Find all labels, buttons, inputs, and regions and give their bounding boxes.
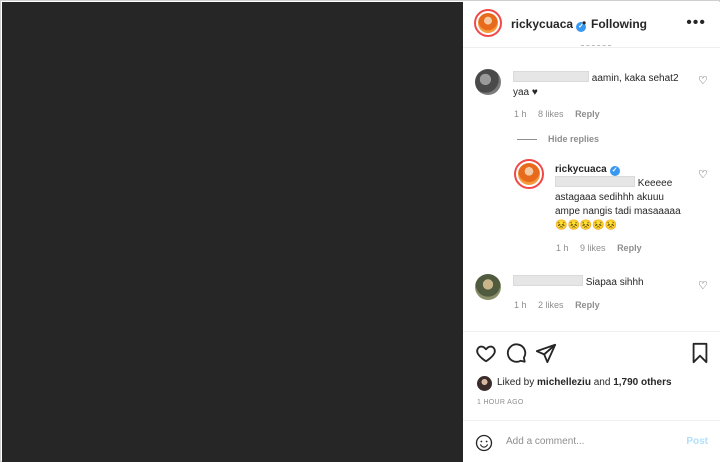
comment-text: aamin, kaka sehat2 yaa ♥	[513, 71, 679, 98]
liker-avatar[interactable]	[477, 376, 492, 391]
replies-divider	[517, 139, 537, 140]
following-button[interactable]: Following	[591, 17, 647, 31]
black-heart-icon: ♥	[531, 87, 538, 98]
comments-panel: rickycuaca ✓ • Following ••• aamin, kaka …	[463, 2, 720, 462]
bookmark-icon[interactable]	[689, 342, 711, 364]
comment-meta: 1 h 2 likes Reply	[514, 300, 600, 310]
reply-author-avatar[interactable]	[514, 159, 544, 189]
more-options-icon[interactable]: •••	[686, 14, 706, 32]
reply-meta: 1 h 9 likes Reply	[556, 243, 642, 253]
commenter-avatar[interactable]	[475, 69, 501, 95]
author-avatar[interactable]	[474, 9, 502, 37]
add-comment-input[interactable]	[506, 436, 676, 447]
scroll-fade	[581, 42, 611, 46]
reply-username[interactable]: rickycuaca ✓	[555, 164, 620, 176]
likes-count-link[interactable]: 1,790 others	[613, 377, 671, 388]
post-media[interactable]	[2, 2, 463, 462]
like-comment-heart-icon[interactable]: ♡	[698, 279, 708, 292]
heart-icon[interactable]	[475, 342, 497, 364]
crying-emoji: 😣😣😣😣😣	[555, 220, 618, 231]
reply-button[interactable]: Reply	[617, 243, 642, 253]
post-button[interactable]: Post	[686, 436, 708, 447]
like-comment-heart-icon[interactable]: ♡	[698, 74, 708, 87]
liker-username-link[interactable]: michelleziu	[537, 377, 591, 388]
liked-by-text: Liked by michelleziu and 1,790 others	[497, 377, 672, 388]
verified-badge-icon: ✓	[609, 166, 620, 176]
redacted-mention	[555, 176, 635, 187]
post-timestamp: 1 HOUR AGO	[477, 399, 524, 406]
commenter-avatar[interactable]	[475, 274, 501, 300]
post-header: rickycuaca ✓ • Following •••	[463, 2, 720, 48]
redacted-username	[513, 275, 583, 286]
hide-replies-button[interactable]: Hide replies	[548, 134, 599, 144]
instagram-post-window: rickycuaca ✓ • Following ••• aamin, kaka …	[0, 0, 720, 462]
reply-button[interactable]: Reply	[575, 109, 600, 119]
redacted-username	[513, 71, 589, 82]
share-icon[interactable]	[535, 342, 557, 364]
header-separator: •	[582, 16, 587, 30]
reply-button[interactable]: Reply	[575, 300, 600, 310]
comment-meta: 1 h 8 likes Reply	[514, 109, 600, 119]
reply-text: Keeeee astagaaa sedihhh akuuu ampe nangi…	[555, 176, 681, 231]
comment-text: Siapaa sihhh	[513, 275, 693, 290]
post-actions: Liked by michelleziu and 1,790 others 1 …	[463, 331, 720, 462]
add-comment-row: Post	[463, 420, 720, 462]
author-username[interactable]: rickycuaca ✓	[511, 17, 587, 32]
comment-icon[interactable]	[505, 342, 527, 364]
emoji-icon[interactable]	[475, 434, 493, 452]
